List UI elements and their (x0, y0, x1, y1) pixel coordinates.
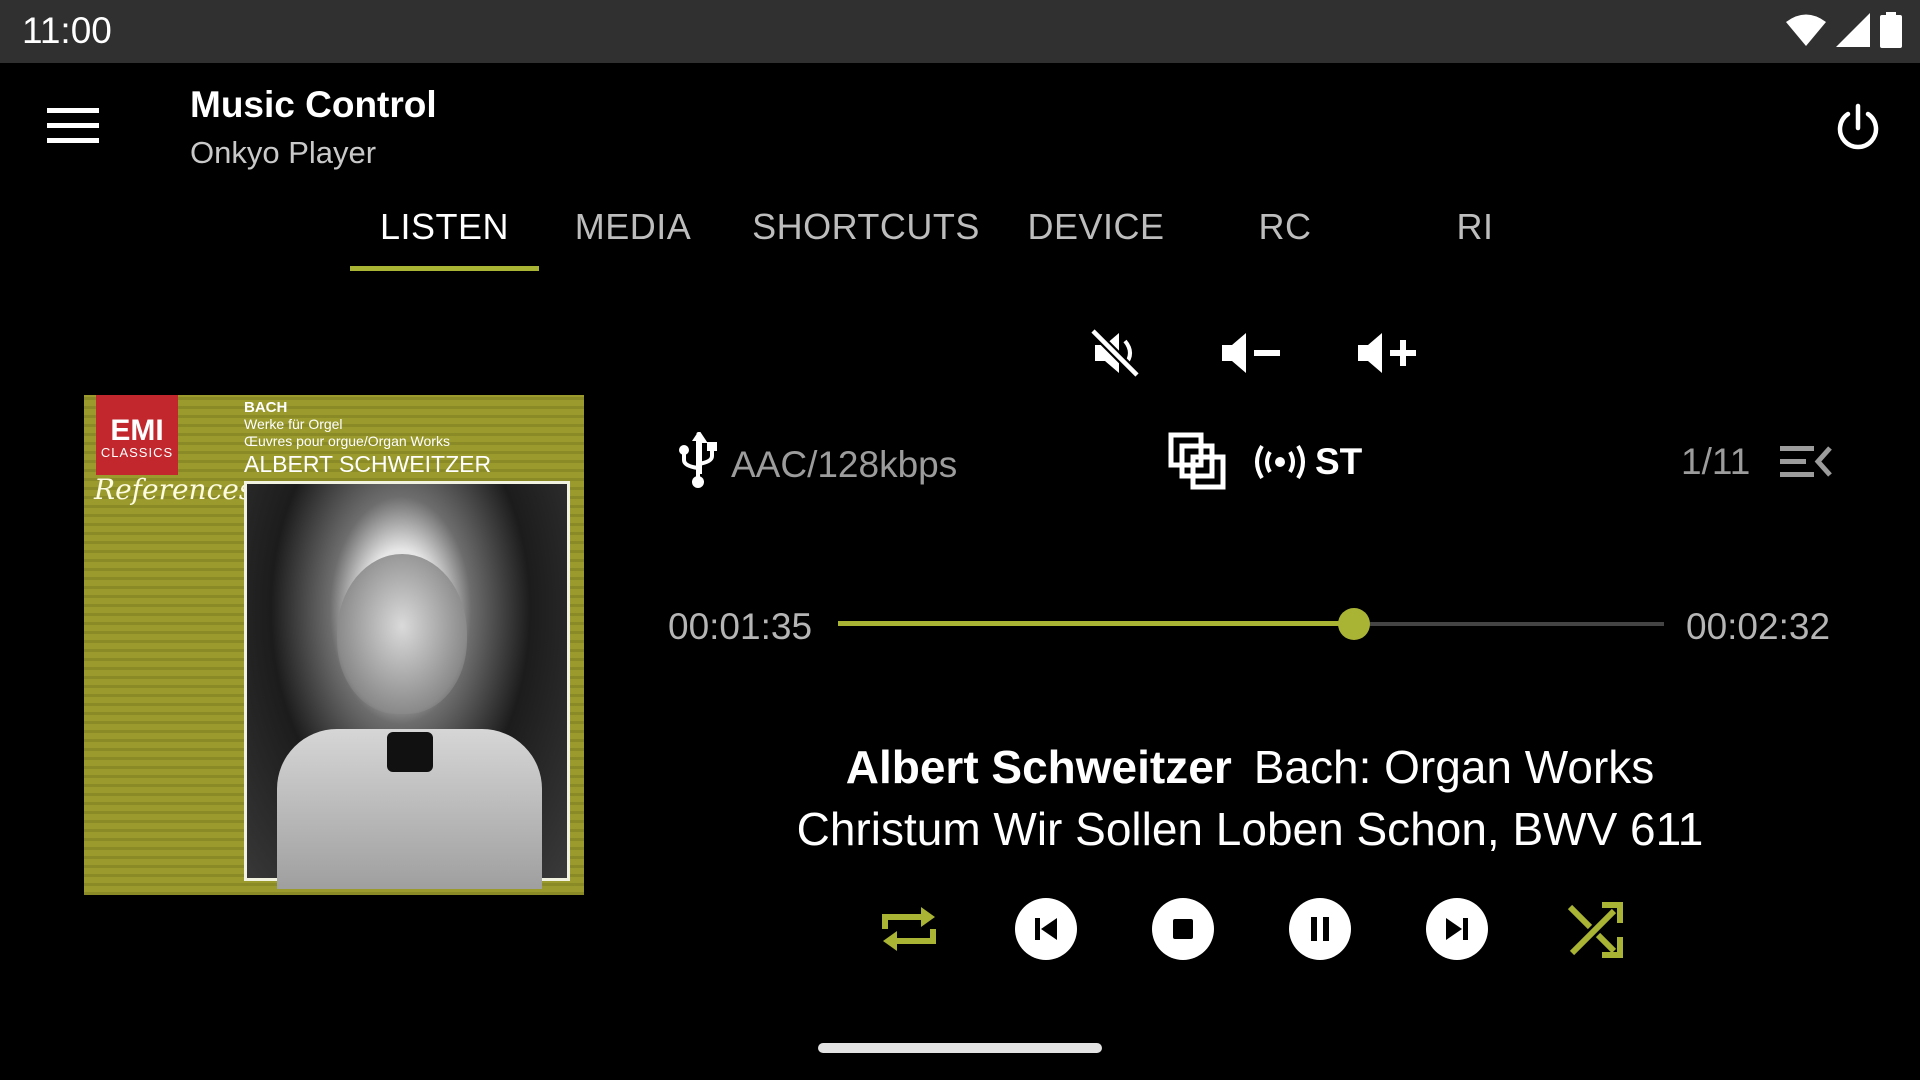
seek-progress (838, 621, 1355, 626)
format-label: AAC/128kbps (731, 444, 958, 485)
repeat-button[interactable] (877, 897, 941, 961)
previous-button[interactable] (1014, 897, 1078, 961)
stop-icon (1173, 919, 1193, 939)
tab-indicator (350, 266, 539, 271)
volume-down-button[interactable] (1214, 320, 1288, 386)
mute-button[interactable] (1078, 320, 1152, 386)
cell-signal-icon (1836, 13, 1870, 47)
status-bar (0, 0, 1920, 63)
tab-listen[interactable]: LISTEN (350, 206, 539, 270)
volume-up-button[interactable] (1350, 320, 1424, 386)
stop-button[interactable] (1151, 897, 1215, 961)
mute-icon (1089, 327, 1141, 379)
menu-button[interactable] (40, 98, 106, 154)
now-playing-title: Christum Wir Sollen Loben Schon, BWV 611 (796, 803, 1704, 855)
queue-icon[interactable] (1778, 440, 1832, 484)
repeat-icon (882, 907, 936, 951)
power-button[interactable] (1828, 98, 1888, 158)
pause-button[interactable] (1288, 897, 1352, 961)
total-time: 00:02:32 (1686, 606, 1831, 647)
stereo-indicator: ST (1251, 441, 1362, 483)
emi-logo-subtext: CLASSICS (100, 445, 174, 460)
battery-icon (1880, 12, 1902, 48)
previous-circle (1015, 898, 1077, 960)
shuffle-icon (1567, 902, 1623, 958)
album-series: References (94, 473, 254, 506)
tab-ri[interactable]: RI (1400, 206, 1550, 270)
status-icons (1786, 12, 1902, 48)
emi-logo-text: EMI (110, 414, 164, 447)
stereo-label: ST (1315, 441, 1363, 482)
app-subtitle: Onkyo Player (190, 135, 377, 170)
track-count: 1/11 (1681, 441, 1751, 482)
status-time: 11:00 (22, 10, 112, 51)
album-text: BACH Werke für Orgel Œuvres pour orgue/O… (244, 399, 492, 477)
seek-thumb[interactable] (1338, 608, 1371, 640)
menu-icon (47, 108, 99, 143)
album-composer: BACH (244, 399, 288, 416)
album-line-1: Werke für Orgel (244, 416, 343, 432)
wifi-icon (1786, 14, 1826, 46)
next-icon (1446, 918, 1468, 940)
emi-logo: EMI CLASSICS (96, 395, 178, 475)
shuffle-button[interactable] (1562, 897, 1626, 961)
previous-icon (1035, 918, 1057, 940)
tab-media[interactable]: MEDIA (560, 206, 706, 270)
broadcast-icon (1255, 444, 1305, 480)
tab-shortcuts[interactable]: SHORTCUTS (750, 206, 982, 270)
now-playing-album: Bach: Organ Works (1253, 741, 1655, 793)
stop-circle (1152, 898, 1214, 960)
next-circle (1426, 898, 1488, 960)
power-icon (1837, 103, 1879, 150)
photo-face (337, 554, 467, 714)
usb-icon (679, 432, 717, 488)
tab-rc[interactable]: RC (1210, 206, 1360, 270)
volume-down-icon (1222, 333, 1280, 373)
now-playing-artist: Albert Schweitzer (845, 741, 1232, 793)
now-playing-line-1: Albert Schweitzer Bach: Organ Works (0, 740, 1920, 794)
next-button[interactable] (1425, 897, 1489, 961)
album-line-2: Œuvres pour orgue/Organ Works (244, 433, 450, 449)
tab-device[interactable]: DEVICE (1020, 206, 1172, 270)
home-indicator[interactable] (818, 1043, 1102, 1053)
pause-icon (1311, 917, 1329, 941)
app-title: Music Control (190, 84, 437, 125)
album-artist: ALBERT SCHWEITZER (244, 451, 492, 477)
elapsed-time: 00:01:35 (668, 606, 813, 647)
volume-up-icon (1358, 333, 1416, 373)
pause-circle (1289, 898, 1351, 960)
dsp-mode-icon[interactable] (1168, 432, 1226, 490)
